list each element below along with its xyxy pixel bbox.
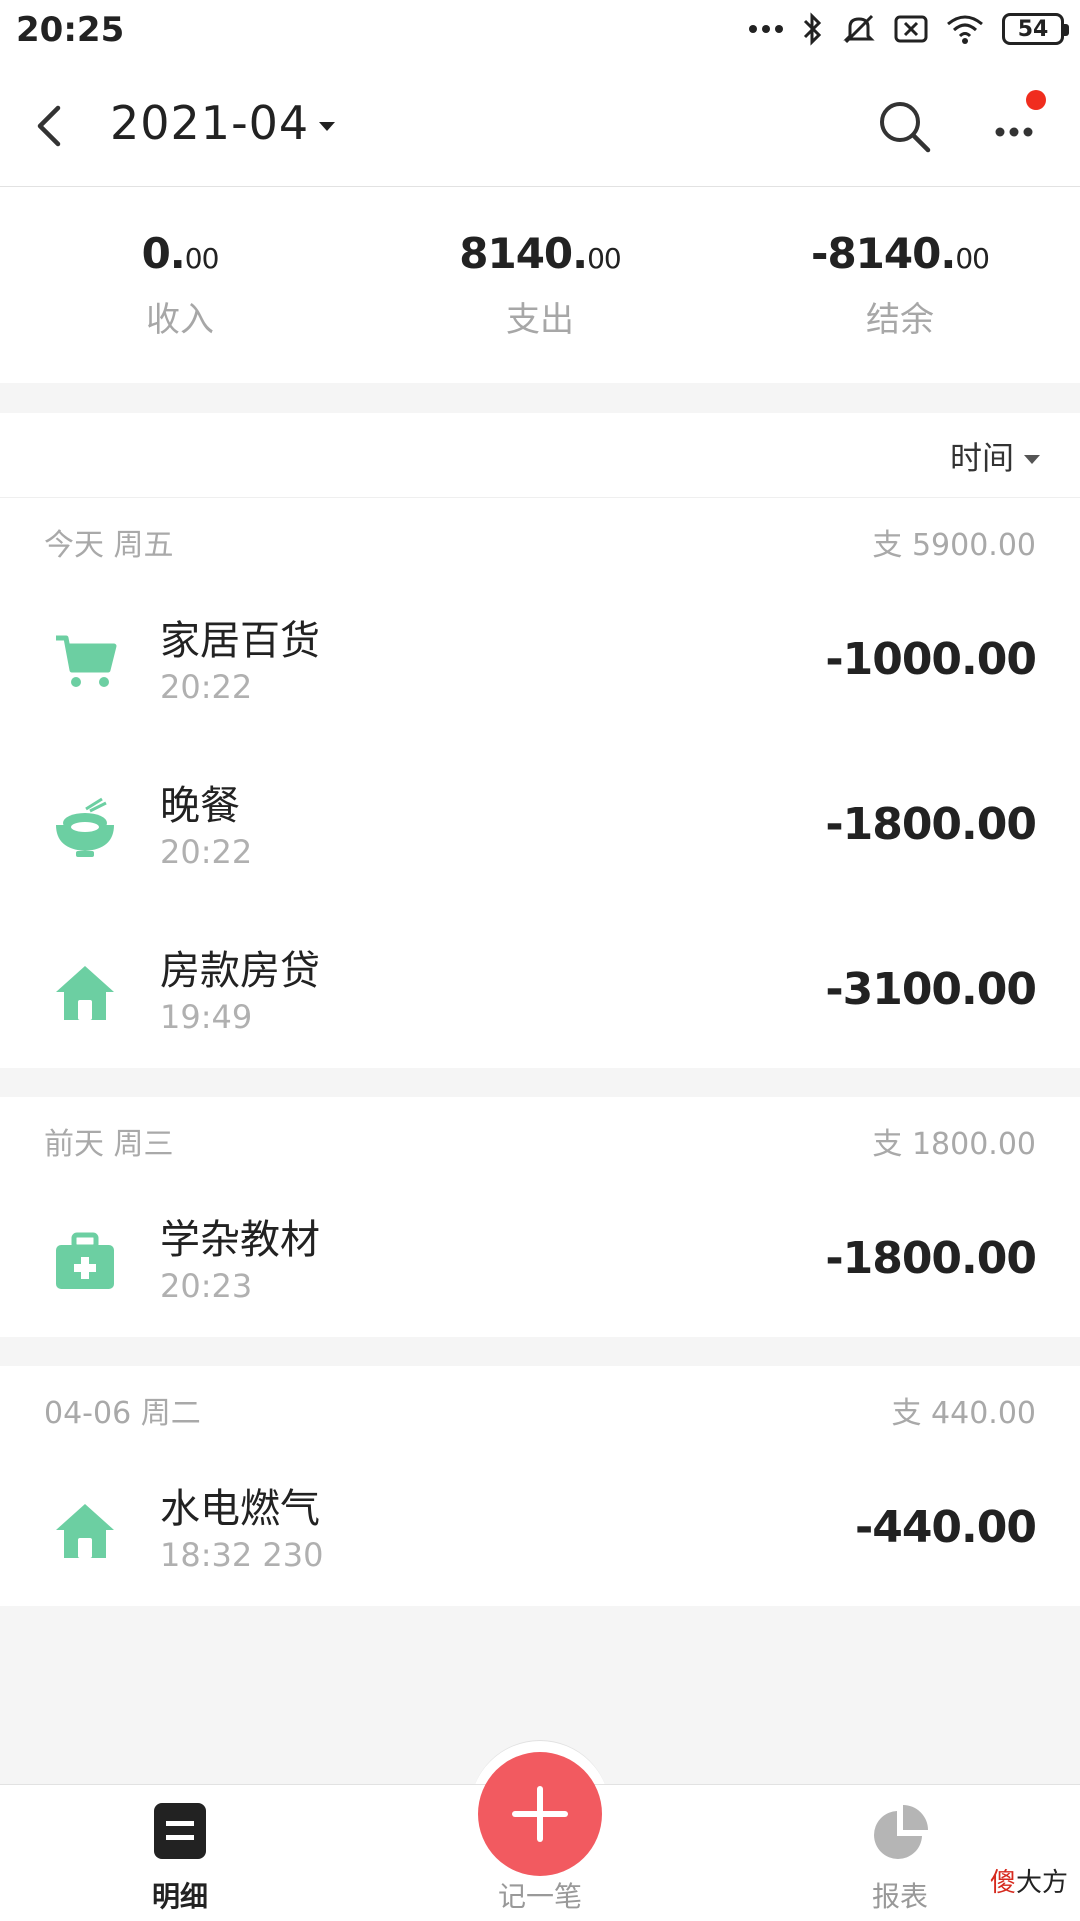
transaction-row[interactable]: 房款房贷 19:49 -3100.00	[0, 910, 1080, 1075]
battery-level: 54	[1017, 16, 1049, 42]
sim-off-icon	[894, 15, 928, 43]
sort-by-time-button[interactable]: 时间	[950, 433, 1040, 479]
transaction-row[interactable]: 晚餐 20:22 -1800.00	[0, 745, 1080, 910]
day-group: 04-06 周二 支 440.00 水电燃气 18:32 230 -440.00	[0, 1366, 1080, 1606]
transaction-amount: -3100.00	[825, 964, 1037, 1015]
summary-panel: 0.00 收入 8140.00 支出 -8140.00 结余	[0, 187, 1080, 383]
status-bar: 20:25 54	[0, 0, 1080, 66]
chevron-down-icon	[1024, 454, 1040, 464]
group-total: 支 5900.00	[872, 528, 1036, 563]
battery-icon: 54	[1002, 13, 1069, 45]
group-date: 前天 周三	[44, 1127, 174, 1162]
detail-list-icon	[154, 1803, 206, 1859]
back-arrow-icon[interactable]	[30, 102, 70, 150]
transaction-name: 房款房贷	[160, 948, 320, 994]
search-icon[interactable]	[876, 98, 934, 156]
transaction-time: 20:23	[160, 1267, 253, 1305]
bluetooth-icon	[803, 12, 822, 46]
day-group: 前天 周三 支 1800.00 学杂教材 20:23 -1800.00	[0, 1097, 1080, 1337]
notification-dot	[1026, 90, 1046, 110]
transaction-name: 学杂教材	[160, 1217, 320, 1263]
shopping-cart-icon	[56, 635, 117, 687]
transaction-row[interactable]: 水电燃气 18:32 230 -440.00	[0, 1448, 1080, 1613]
house-icon	[56, 966, 114, 1020]
house-icon	[56, 1504, 114, 1558]
sort-row: 时间	[0, 413, 1080, 498]
sort-label: 时间	[949, 439, 1014, 477]
transaction-name: 水电燃气	[160, 1486, 320, 1532]
income-amount: 0.00	[141, 229, 220, 278]
day-group: 今天 周五 支 5900.00 家居百货 20:22 -1000.00 晚餐 2…	[0, 498, 1080, 1068]
transaction-amount: -440.00	[854, 1502, 1037, 1553]
status-time: 20:25	[16, 10, 125, 50]
balance-summary: -8140.00 结余	[750, 229, 1050, 341]
expense-summary: 8140.00 支出	[390, 229, 690, 341]
transaction-time: 18:32 230	[160, 1536, 324, 1574]
chevron-down-icon	[319, 121, 336, 131]
day-group-header: 04-06 周二 支 440.00	[0, 1366, 1080, 1448]
plus-icon	[512, 1786, 568, 1842]
expense-label: 支出	[506, 300, 574, 340]
month-label: 2021-04	[110, 96, 310, 150]
expense-amount: 8140.00	[459, 229, 621, 278]
income-summary: 0.00 收入	[30, 229, 330, 341]
transaction-row[interactable]: 学杂教材 20:23 -1800.00	[0, 1179, 1080, 1344]
watermark-logo: 傻大方	[990, 1868, 1069, 1898]
transaction-amount: -1000.00	[825, 634, 1037, 685]
group-date: 04-06 周二	[44, 1396, 201, 1431]
app-header: 2021-04	[0, 66, 1080, 187]
transaction-name: 晚餐	[160, 783, 240, 829]
tab-detail[interactable]: 明细	[80, 1785, 280, 1921]
pie-chart-icon	[874, 1805, 928, 1859]
rice-bowl-icon	[56, 797, 114, 857]
add-record-button[interactable]	[478, 1752, 602, 1876]
tab-report-label: 报表	[871, 1880, 928, 1913]
month-selector[interactable]: 2021-04	[110, 96, 336, 150]
balance-amount: -8140.00	[811, 229, 990, 278]
transaction-time: 20:22	[160, 833, 253, 871]
day-group-header: 前天 周三 支 1800.00	[0, 1097, 1080, 1179]
income-label: 收入	[146, 300, 214, 340]
day-group-header: 今天 周五 支 5900.00	[0, 498, 1080, 580]
transaction-amount: -1800.00	[825, 1233, 1037, 1284]
transaction-time: 19:49	[160, 998, 253, 1036]
group-total: 支 440.00	[891, 1396, 1036, 1431]
balance-label: 结余	[866, 300, 934, 340]
transaction-amount: -1800.00	[825, 799, 1037, 850]
transaction-name: 家居百货	[160, 618, 320, 664]
tab-add-label: 记一笔	[497, 1880, 582, 1913]
more-dots-icon	[749, 25, 783, 33]
tab-detail-label: 明细	[151, 1880, 208, 1913]
group-date: 今天 周五	[44, 528, 174, 563]
medical-kit-icon	[56, 1232, 114, 1289]
mute-icon	[843, 14, 875, 44]
transaction-row[interactable]: 家居百货 20:22 -1000.00	[0, 580, 1080, 745]
tab-report[interactable]: 报表	[800, 1785, 1000, 1921]
wifi-icon	[947, 15, 983, 44]
status-icons: 54	[748, 12, 1069, 46]
group-total: 支 1800.00	[872, 1127, 1036, 1162]
transaction-time: 20:22	[160, 668, 253, 706]
